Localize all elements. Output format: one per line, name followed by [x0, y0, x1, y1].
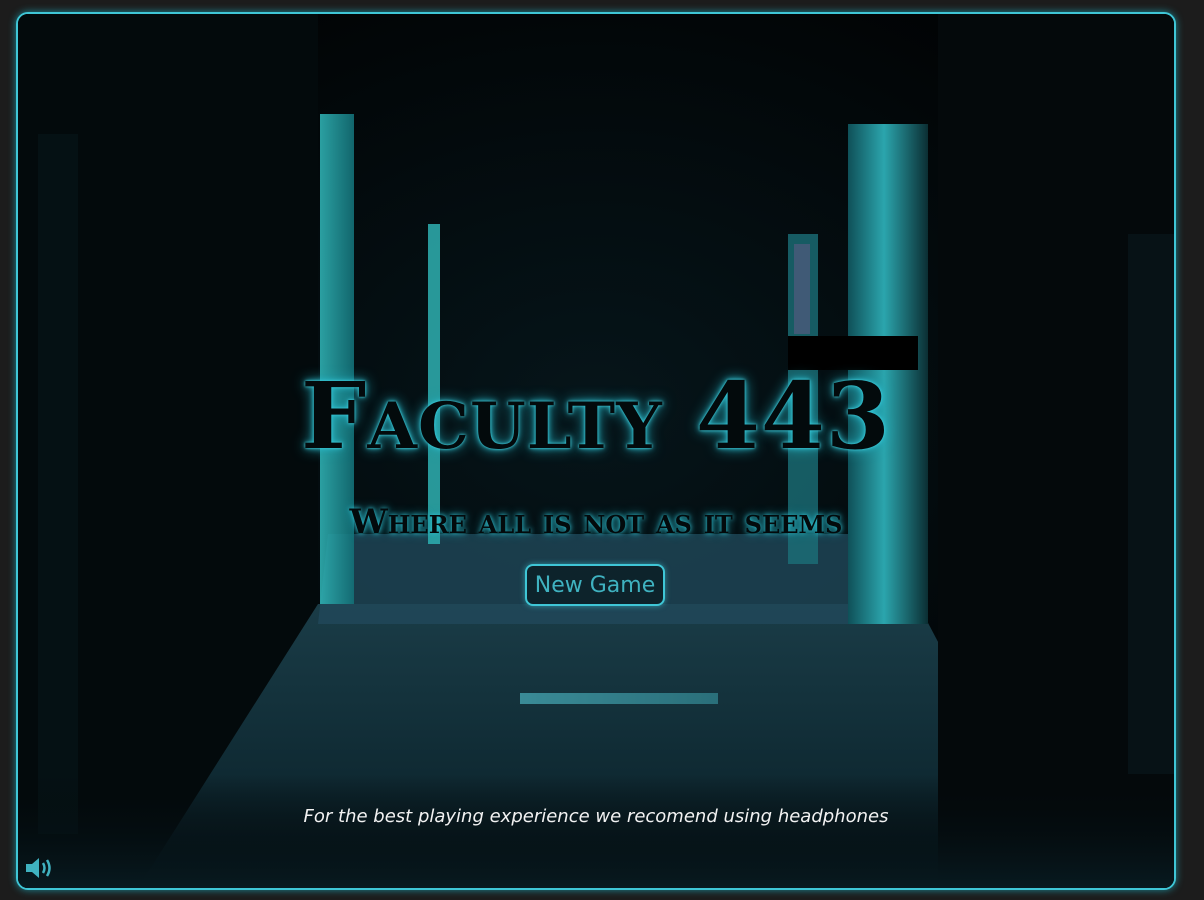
game-subtitle: Where all is not as it seems	[349, 502, 843, 542]
headphones-note: For the best playing experience we recom…	[303, 806, 889, 827]
loading-bar-fill	[520, 693, 718, 704]
game-frame: Faculty 443 Where all is not as it seems…	[16, 12, 1176, 890]
loading-bar	[520, 693, 718, 704]
sound-toggle-button[interactable]	[24, 854, 56, 882]
game-title: Faculty 443	[301, 362, 891, 470]
speaker-volume-icon	[26, 858, 51, 878]
new-game-button[interactable]: New Game	[525, 564, 665, 606]
